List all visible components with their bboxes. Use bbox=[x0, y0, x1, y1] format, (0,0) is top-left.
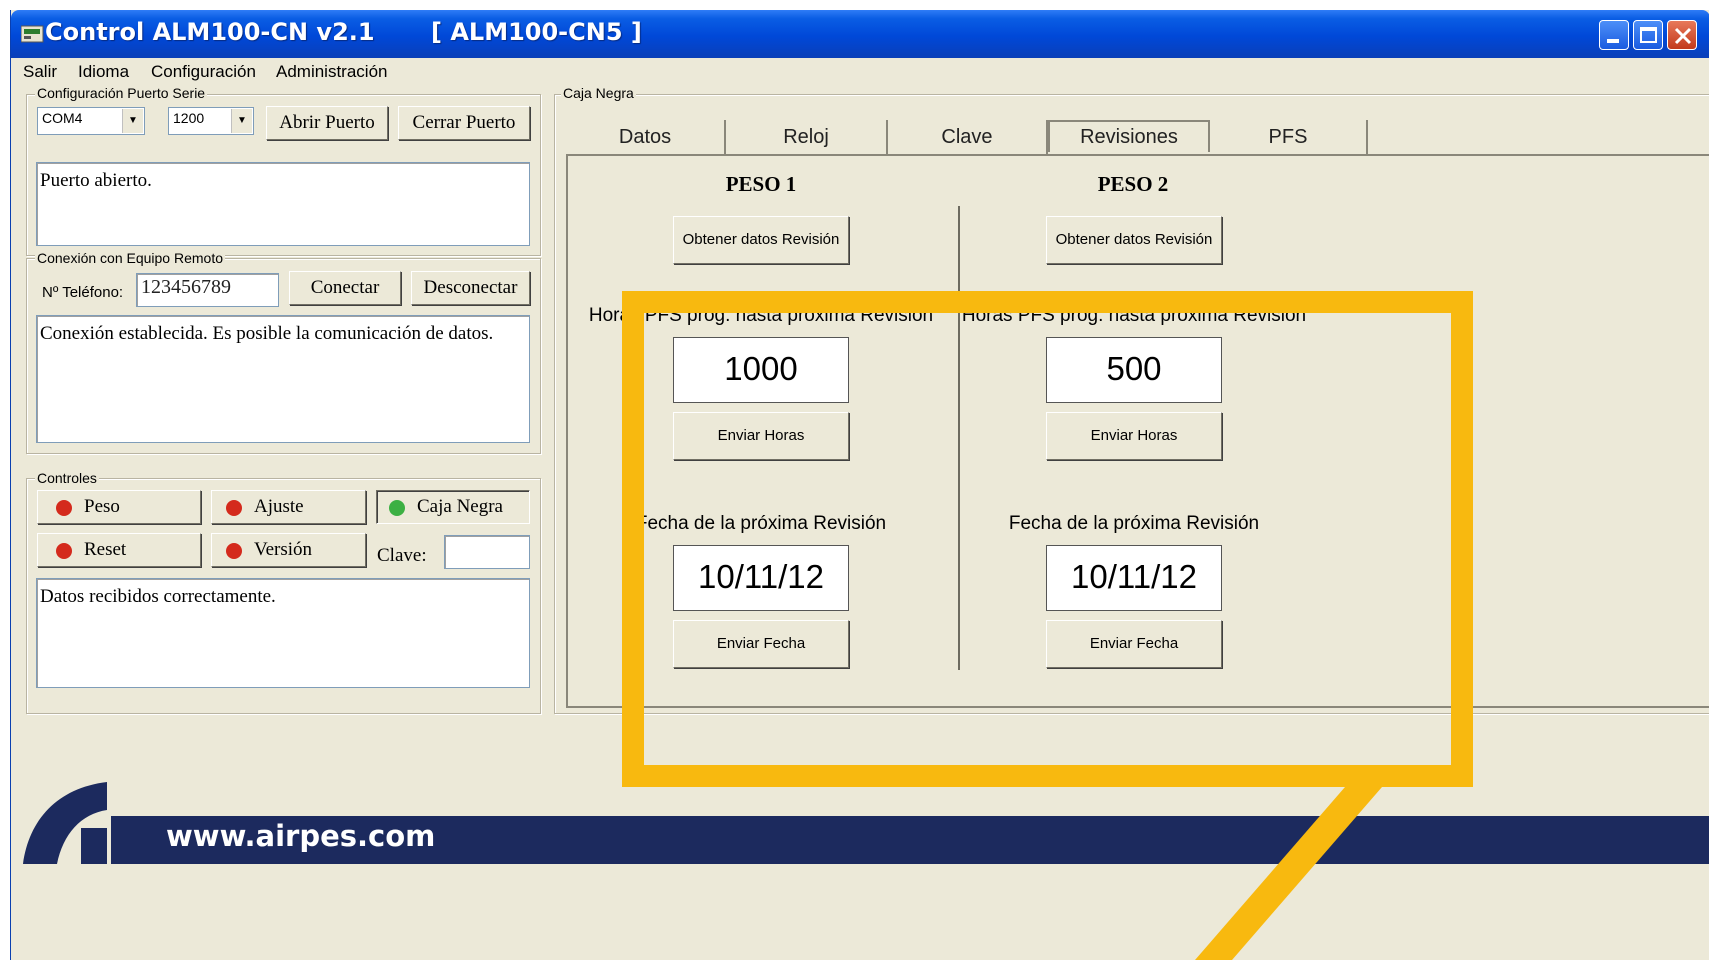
highlight-frame bbox=[622, 291, 1473, 787]
highlight-overlay bbox=[622, 291, 1473, 960]
highlight-pointer bbox=[1195, 787, 1382, 960]
